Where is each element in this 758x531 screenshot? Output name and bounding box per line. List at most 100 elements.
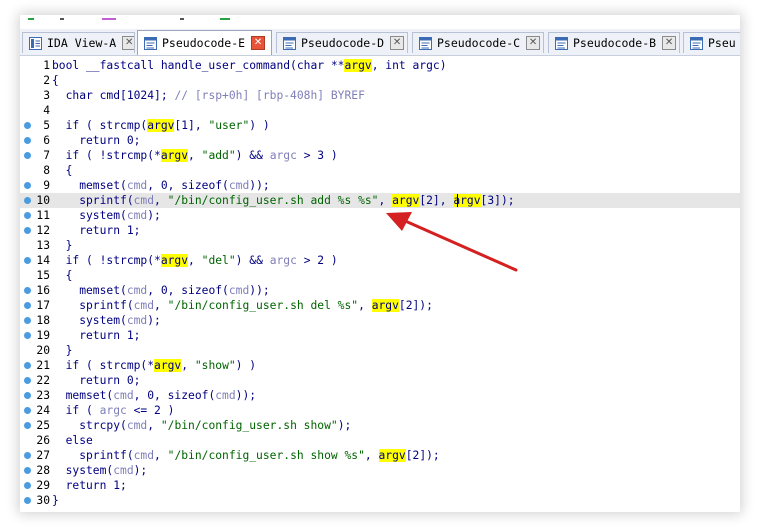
code-line[interactable]: 9 memset(cmd, 0, sizeof(cmd)); [20, 178, 740, 193]
code-line[interactable]: 28 system(cmd); [20, 463, 740, 478]
close-icon[interactable]: ✕ [662, 36, 677, 50]
variable-name[interactable]: cmd [127, 179, 147, 192]
code-line[interactable]: 23 memset(cmd, 0, sizeof(cmd)); [20, 388, 740, 403]
code-line[interactable]: 2{ [20, 73, 740, 88]
code-line[interactable]: 22 return 0; [20, 373, 740, 388]
variable-name[interactable]: cmd [134, 299, 154, 312]
breakpoint-dot-icon[interactable] [24, 302, 31, 309]
code-token: } [52, 239, 73, 252]
code-token: return 1; [52, 224, 141, 237]
code-line[interactable]: 29 return 1; [20, 478, 740, 493]
breakpoint-dot-icon[interactable] [24, 497, 31, 504]
breakpoint-dot-icon[interactable] [24, 392, 31, 399]
code-token: > 2 ) [296, 254, 338, 267]
breakpoint-dot-icon[interactable] [24, 332, 31, 339]
variable-name[interactable]: cmd [229, 179, 249, 192]
code-line[interactable]: 7 if ( !strcmp(*argv, "add") && argc > 3… [20, 148, 740, 163]
breakpoint-dot-icon[interactable] [24, 137, 31, 144]
close-icon[interactable]: ✕ [122, 36, 134, 50]
code-line[interactable]: 15 { [20, 268, 740, 283]
code-token: } [52, 344, 73, 357]
code-text: { [52, 73, 59, 88]
string-literal: "/bin/config_user.sh add %s %s" [167, 194, 379, 207]
variable-name[interactable]: argc [100, 404, 127, 417]
code-line[interactable]: 12 return 1; [20, 223, 740, 238]
breakpoint-dot-icon[interactable] [24, 482, 31, 489]
highlighted-identifier[interactable]: argv [154, 359, 182, 372]
code-line[interactable]: 13 } [20, 238, 740, 253]
variable-name[interactable]: cmd [127, 419, 147, 432]
code-view[interactable]: 1 bool __fastcall handle_user_command(cha… [20, 56, 740, 512]
breakpoint-dot-icon[interactable] [24, 197, 31, 204]
line-number: 24 [36, 404, 50, 417]
variable-name[interactable]: cmd [113, 389, 133, 402]
code-line[interactable]: 30} [20, 493, 740, 508]
variable-name[interactable]: cmd [113, 464, 133, 477]
tab-pseudocode-e[interactable]: Pseudocode-E ✕ [137, 30, 272, 55]
variable-name[interactable]: cmd [229, 284, 249, 297]
tab-pseudocode-c[interactable]: Pseudocode-C ✕ [412, 32, 544, 53]
variable-name[interactable]: argc [270, 254, 297, 267]
highlighted-identifier[interactable]: argv [344, 59, 372, 72]
close-icon[interactable]: ✕ [390, 36, 405, 50]
close-icon[interactable]: ✕ [526, 36, 541, 50]
code-line[interactable]: 1 bool __fastcall handle_user_command(cha… [20, 58, 740, 73]
breakpoint-dot-icon[interactable] [24, 452, 31, 459]
code-line[interactable]: 25 strcpy(cmd, "/bin/config_user.sh show… [20, 418, 740, 433]
highlighted-identifier[interactable]: argv [160, 149, 189, 162]
code-line[interactable]: 8 { [20, 163, 740, 178]
tab-ida-view-a[interactable]: IDA View-A ✕ [22, 32, 135, 53]
code-line[interactable]: 26 else [20, 433, 740, 448]
code-line[interactable]: 21 if ( strcmp(*argv, "show") ) [20, 358, 740, 373]
breakpoint-dot-icon[interactable] [24, 182, 31, 189]
code-line[interactable]: 10 sprintf(cmd, "/bin/config_user.sh add… [20, 193, 740, 208]
variable-name[interactable]: cmd [127, 284, 147, 297]
highlighted-identifier[interactable]: argv [392, 194, 420, 207]
code-line[interactable]: 5 if ( strcmp(argv[1], "user") ) [20, 118, 740, 133]
code-line[interactable]: 27 sprintf(cmd, "/bin/config_user.sh sho… [20, 448, 740, 463]
breakpoint-dot-icon[interactable] [24, 377, 31, 384]
breakpoint-dot-icon[interactable] [24, 212, 31, 219]
highlighted-identifier[interactable]: argv [147, 119, 175, 132]
code-line[interactable]: 17 sprintf(cmd, "/bin/config_user.sh del… [20, 298, 740, 313]
highlighted-identifier[interactable]: argv [378, 449, 406, 462]
code-line[interactable]: 20 } [20, 343, 740, 358]
code-line[interactable]: 18 system(cmd); [20, 313, 740, 328]
code-token: ) && [235, 149, 270, 162]
breakpoint-dot-icon[interactable] [24, 467, 31, 474]
code-line[interactable]: 19 return 1; [20, 328, 740, 343]
code-text: system(cmd); [52, 208, 161, 223]
code-line[interactable]: 3 char cmd[1024]; // [rsp+0h] [rbp-408h]… [20, 88, 740, 103]
code-line[interactable]: 14 if ( !strcmp(*argv, "del") && argc > … [20, 253, 740, 268]
code-line[interactable]: 24 if ( argc <= 2 ) [20, 403, 740, 418]
code-line[interactable]: 16 memset(cmd, 0, sizeof(cmd)); [20, 283, 740, 298]
highlighted-identifier[interactable]: argv [371, 299, 399, 312]
breakpoint-dot-icon[interactable] [24, 422, 31, 429]
breakpoint-dot-icon[interactable] [24, 407, 31, 414]
tab-pseudocode-d[interactable]: Pseudocode-D ✕ [276, 32, 408, 53]
code-line[interactable]: 4 [20, 103, 740, 118]
close-icon[interactable]: ✕ [251, 36, 266, 50]
breakpoint-dot-icon[interactable] [24, 287, 31, 294]
highlighted-identifier[interactable]: argv [160, 254, 189, 267]
variable-name[interactable]: argc [270, 149, 297, 162]
variable-name[interactable]: cmd [127, 314, 147, 327]
code-line[interactable]: 11 system(cmd); [20, 208, 740, 223]
breakpoint-dot-icon[interactable] [24, 317, 31, 324]
breakpoint-dot-icon[interactable] [24, 257, 31, 264]
tab-pseudocode-b[interactable]: Pseudocode-B ✕ [548, 32, 680, 53]
toolbar-remnant [20, 15, 740, 29]
code-line[interactable]: 6 return 0; [20, 133, 740, 148]
breakpoint-dot-icon[interactable] [24, 227, 31, 234]
variable-name[interactable]: cmd [134, 194, 154, 207]
line-number: 15 [36, 269, 50, 282]
variable-name[interactable]: cmd [127, 209, 147, 222]
variable-name[interactable]: cmd [134, 449, 154, 462]
code-text: if ( !strcmp(*argv, "add") && argc > 3 ) [52, 148, 338, 163]
code-token: ) ) [249, 119, 270, 132]
tab-pseu[interactable]: Pseu [683, 32, 740, 53]
breakpoint-dot-icon[interactable] [24, 152, 31, 159]
breakpoint-dot-icon[interactable] [24, 122, 31, 129]
variable-name[interactable]: cmd [215, 389, 235, 402]
breakpoint-dot-icon[interactable] [24, 362, 31, 369]
